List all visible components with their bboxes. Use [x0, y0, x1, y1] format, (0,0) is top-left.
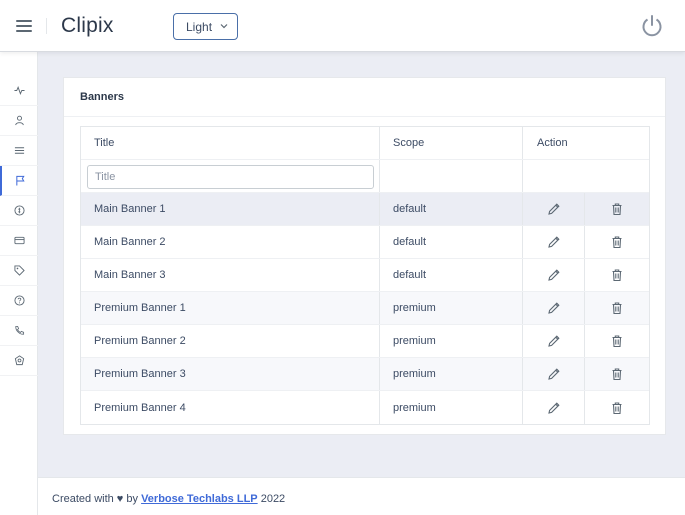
trash-icon[interactable]: [610, 202, 624, 216]
column-header-title[interactable]: Title: [81, 127, 380, 159]
pencil-icon[interactable]: [547, 268, 561, 282]
table-header-row: Title Scope Action: [81, 127, 649, 160]
delete-cell: [585, 292, 649, 324]
pencil-icon[interactable]: [547, 367, 561, 381]
trash-icon[interactable]: [610, 367, 624, 381]
footer-prefix: Created with ♥ by: [52, 493, 139, 505]
row-title: Premium Banner 2: [81, 325, 380, 357]
help-icon: [13, 295, 25, 306]
sidebar-item-contacts[interactable]: [0, 316, 38, 346]
chevron-down-icon: [220, 24, 228, 29]
tag-icon: [13, 265, 25, 276]
theme-select[interactable]: Light: [173, 13, 238, 40]
delete-cell: [585, 391, 649, 424]
row-title: Main Banner 3: [81, 259, 380, 291]
header-divider: [46, 18, 47, 34]
edit-cell: [523, 292, 585, 324]
title-filter-cell: [81, 160, 380, 192]
list-icon: [14, 147, 24, 154]
banners-table: Title Scope Action Main Banner 1 default…: [80, 126, 650, 425]
row-title: Main Banner 2: [81, 226, 380, 258]
edit-cell: [523, 325, 585, 357]
pencil-icon[interactable]: [547, 235, 561, 249]
footer-year: 2022: [260, 493, 286, 505]
activity-icon: [13, 86, 25, 95]
table-row[interactable]: Main Banner 3 default: [81, 259, 649, 292]
row-scope: default: [380, 259, 523, 291]
trash-icon[interactable]: [610, 301, 624, 315]
edit-cell: [523, 391, 585, 424]
title-filter-input[interactable]: [87, 165, 374, 189]
sidebar-item-help[interactable]: [0, 286, 38, 316]
column-header-action: Action: [537, 137, 568, 149]
edit-cell: [523, 226, 585, 258]
delete-cell: [585, 259, 649, 291]
sidebar-item-badges[interactable]: [0, 346, 38, 376]
row-title: Premium Banner 3: [81, 358, 380, 390]
delete-cell: [585, 325, 649, 357]
sidebar-item-cards[interactable]: [0, 226, 38, 256]
scope-filter-cell: [380, 160, 523, 192]
sidebar-item-coins[interactable]: [0, 196, 38, 226]
card-divider: [64, 116, 665, 117]
row-scope: default: [380, 226, 523, 258]
table-filter-row: [81, 160, 649, 193]
brand-title: Clipix: [61, 14, 114, 37]
edit-cell: [523, 193, 585, 225]
action-filter-cell: [523, 160, 649, 192]
footer: Created with ♥ by Verbose Techlabs LLP 2…: [38, 477, 685, 515]
edit-cell: [523, 358, 585, 390]
power-icon[interactable]: [640, 14, 664, 38]
sidebar-item-banners[interactable]: [0, 166, 38, 196]
sidebar-item-list[interactable]: [0, 136, 38, 166]
user-icon: [14, 115, 24, 126]
pencil-icon[interactable]: [547, 334, 561, 348]
badge-icon: [14, 355, 24, 366]
row-title: Premium Banner 1: [81, 292, 380, 324]
row-title: Premium Banner 4: [81, 391, 380, 424]
column-header-scope[interactable]: Scope: [380, 127, 523, 159]
menu-toggle-icon[interactable]: [16, 20, 32, 32]
trash-icon[interactable]: [610, 401, 624, 415]
delete-cell: [585, 193, 649, 225]
coin-icon: [13, 205, 25, 216]
table-row[interactable]: Main Banner 2 default: [81, 226, 649, 259]
card-title: Banners: [80, 91, 125, 103]
table-row[interactable]: Premium Banner 2 premium: [81, 325, 649, 358]
table-row[interactable]: Main Banner 1 default: [81, 193, 649, 226]
trash-icon[interactable]: [610, 268, 624, 282]
pencil-icon[interactable]: [547, 401, 561, 415]
pencil-icon[interactable]: [547, 301, 561, 315]
sidebar-item-tags[interactable]: [0, 256, 38, 286]
row-title: Main Banner 1: [81, 193, 380, 225]
sidebar: [0, 52, 38, 515]
table-row[interactable]: Premium Banner 3 premium: [81, 358, 649, 391]
table-row[interactable]: Premium Banner 4 premium: [81, 391, 649, 424]
pencil-icon[interactable]: [547, 202, 561, 216]
delete-cell: [585, 358, 649, 390]
edit-cell: [523, 259, 585, 291]
row-scope: premium: [380, 325, 523, 357]
sidebar-item-users[interactable]: [0, 106, 38, 136]
trash-icon[interactable]: [610, 334, 624, 348]
row-scope: default: [380, 193, 523, 225]
top-bar: Clipix Light: [0, 0, 685, 52]
theme-select-value: Light: [186, 20, 213, 34]
banners-card: Banners Title Scope Action Main Banner 1…: [63, 77, 666, 435]
company-link[interactable]: Verbose Techlabs LLP: [141, 493, 258, 505]
card-icon: [13, 236, 25, 245]
delete-cell: [585, 226, 649, 258]
trash-icon[interactable]: [610, 235, 624, 249]
row-scope: premium: [380, 358, 523, 390]
table-row[interactable]: Premium Banner 1 premium: [81, 292, 649, 325]
row-scope: premium: [380, 391, 523, 424]
flag-icon: [15, 175, 25, 186]
phone-icon: [14, 325, 24, 335]
row-scope: premium: [380, 292, 523, 324]
sidebar-item-dashboard[interactable]: [0, 76, 38, 106]
